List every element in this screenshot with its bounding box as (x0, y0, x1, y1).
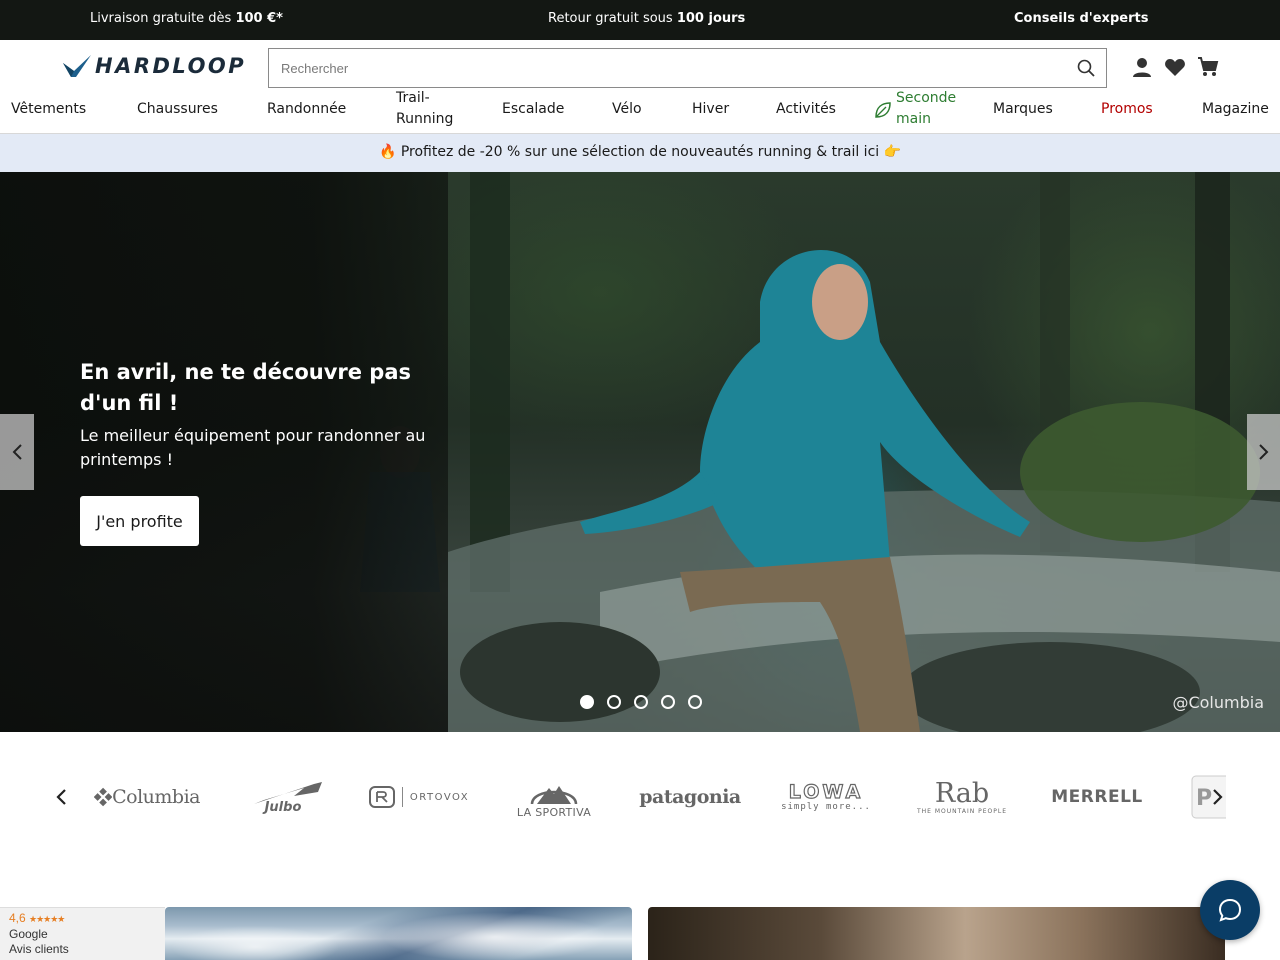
category-card-mountain[interactable] (165, 907, 632, 960)
hero-dot-2[interactable] (607, 695, 621, 709)
nav-item-hiver[interactable]: Hiver (692, 99, 729, 120)
top-promo-bar: Livraison gratuite dès 100 €* Retour gra… (0, 0, 1280, 40)
hero-dot-1[interactable] (580, 695, 594, 709)
category-card-climbing[interactable] (648, 907, 1225, 960)
hero-carousel: En avril, ne te découvre pas d'un fil ! … (0, 172, 1280, 732)
nav-item-trail-running-line1: Trail- (396, 90, 430, 106)
nav-item-vetements[interactable]: Vêtements (11, 99, 86, 120)
cart-icon[interactable] (1196, 55, 1220, 79)
search-bar (268, 48, 1107, 88)
hero-cta-button[interactable]: J'en profite (80, 496, 199, 546)
brand-logo-rab[interactable]: Rab THE MOUNTAIN PEOPLE (912, 772, 1012, 822)
brand-name-la-sportiva: LA SPORTIVA (516, 805, 592, 819)
search-icon[interactable] (1066, 49, 1106, 87)
chevron-right-icon (1213, 789, 1223, 805)
header-actions (1130, 55, 1220, 79)
expert-advice-link[interactable]: Conseils d'experts (1014, 11, 1148, 26)
la-sportiva-mountain-icon (530, 785, 578, 804)
site-header: HARDLOOP (0, 40, 1280, 95)
google-reviews-label: Avis clients (9, 942, 69, 956)
leaf-icon (875, 102, 891, 118)
google-label: Google (9, 927, 48, 941)
hero-dot-5[interactable] (688, 695, 702, 709)
brand-name-rab: Rab (934, 777, 990, 809)
hardloop-logo-icon (63, 55, 91, 77)
nav-item-velo[interactable]: Vélo (612, 99, 642, 120)
google-rating-value: 4,6 (9, 911, 26, 925)
nav-item-magazine[interactable]: Magazine (1202, 99, 1269, 120)
brand-logo-lowa[interactable]: LOWA simply more... (775, 772, 877, 822)
hero-pagination (580, 695, 702, 709)
nav-item-trail-running-line2: Running (396, 111, 454, 127)
free-shipping-notice: Livraison gratuite dès 100 €* (90, 11, 283, 26)
nav-item-chaussures[interactable]: Chaussures (137, 99, 218, 120)
heart-icon[interactable] (1163, 55, 1187, 79)
nav-item-escalade[interactable]: Escalade (502, 99, 564, 120)
free-returns-notice: Retour gratuit sous 100 jours (548, 11, 745, 26)
user-icon[interactable] (1130, 55, 1154, 79)
nav-item-randonnee[interactable]: Randonnée (267, 99, 346, 120)
mountain-card-image (165, 907, 632, 960)
google-reviews-badge[interactable]: 4,6 ★★★★★ Google Avis clients (0, 907, 165, 960)
columbia-diamond-icon (94, 787, 113, 807)
brand-tagline-lowa: simply more... (781, 802, 871, 812)
brand-logo-la-sportiva[interactable]: LA SPORTIVA (508, 772, 600, 822)
nav-item-activites[interactable]: Activités (776, 99, 836, 120)
nav-item-seconde-main[interactable]: Seconde main (896, 88, 956, 130)
chevron-left-icon (56, 789, 66, 805)
brand-name-julbo: Julbo (264, 799, 302, 815)
brand-name-merrell: MERRELL (1051, 787, 1143, 807)
logo-wordmark: HARDLOOP (95, 54, 247, 78)
chat-button[interactable] (1200, 880, 1260, 940)
photo-credit: @Columbia (1172, 693, 1264, 712)
brand-name-columbia: Columbia (112, 786, 200, 808)
nav-item-trail-running[interactable]: Trail- Running (396, 88, 453, 130)
nav-item-seconde-main-line2: main (896, 111, 931, 127)
hero-dot-4[interactable] (661, 695, 675, 709)
main-navigation: Vêtements Chaussures Randonnée Trail- Ru… (0, 88, 1280, 134)
nav-item-marques[interactable]: Marques (993, 99, 1053, 120)
promo-strip[interactable]: 🔥 Profitez de -20 % sur une sélection de… (0, 134, 1280, 172)
site-logo[interactable]: HARDLOOP (62, 52, 246, 80)
chevron-left-icon (12, 444, 22, 460)
free-returns-days: 100 jours (676, 11, 746, 26)
brand-logo-merrell[interactable]: MERRELL (1046, 772, 1148, 822)
chevron-right-icon (1258, 444, 1268, 460)
free-shipping-amount: 100 €* (235, 11, 283, 26)
brand-tagline-rab: THE MOUNTAIN PEOPLE (916, 807, 1007, 815)
brand-name-lowa: LOWA (788, 781, 864, 803)
brand-logo-partial[interactable]: P (1190, 772, 1226, 822)
nav-item-promos[interactable]: Promos (1101, 99, 1153, 120)
hero-dot-3[interactable] (634, 695, 648, 709)
ortovox-mark-icon (368, 786, 395, 808)
brands-prev-button[interactable] (48, 784, 74, 810)
brand-logo-patagonia[interactable]: patagonia (638, 772, 742, 822)
hero-title: En avril, ne te découvre pas d'un fil ! (80, 360, 412, 415)
brand-logo-columbia[interactable]: Columbia (94, 772, 200, 822)
brand-name-ortovox: ORTOVOX (409, 791, 470, 803)
chat-bubble-icon (1218, 898, 1242, 922)
free-returns-text: Retour gratuit sous (548, 11, 677, 26)
hero-next-button[interactable] (1247, 414, 1280, 490)
brand-logo-ortovox[interactable]: ORTOVOX (367, 772, 471, 822)
svg-text:P: P (1196, 786, 1212, 811)
brand-logo-julbo[interactable]: Julbo (243, 772, 323, 822)
free-shipping-text: Livraison gratuite dès (90, 11, 236, 26)
google-rating-stars: ★★★★★ (29, 914, 65, 924)
ortovox-divider (401, 787, 403, 807)
search-input[interactable] (269, 49, 1066, 87)
hero-subtitle: Le meilleur équipement pour randonner au… (80, 426, 426, 469)
brands-carousel: Columbia Julbo ORTOVOX LA SPORTIVA patag… (0, 732, 1280, 862)
nav-item-seconde-main-line1: Seconde (896, 90, 957, 106)
brand-name-patagonia: patagonia (639, 786, 741, 808)
hero-prev-button[interactable] (0, 414, 34, 490)
